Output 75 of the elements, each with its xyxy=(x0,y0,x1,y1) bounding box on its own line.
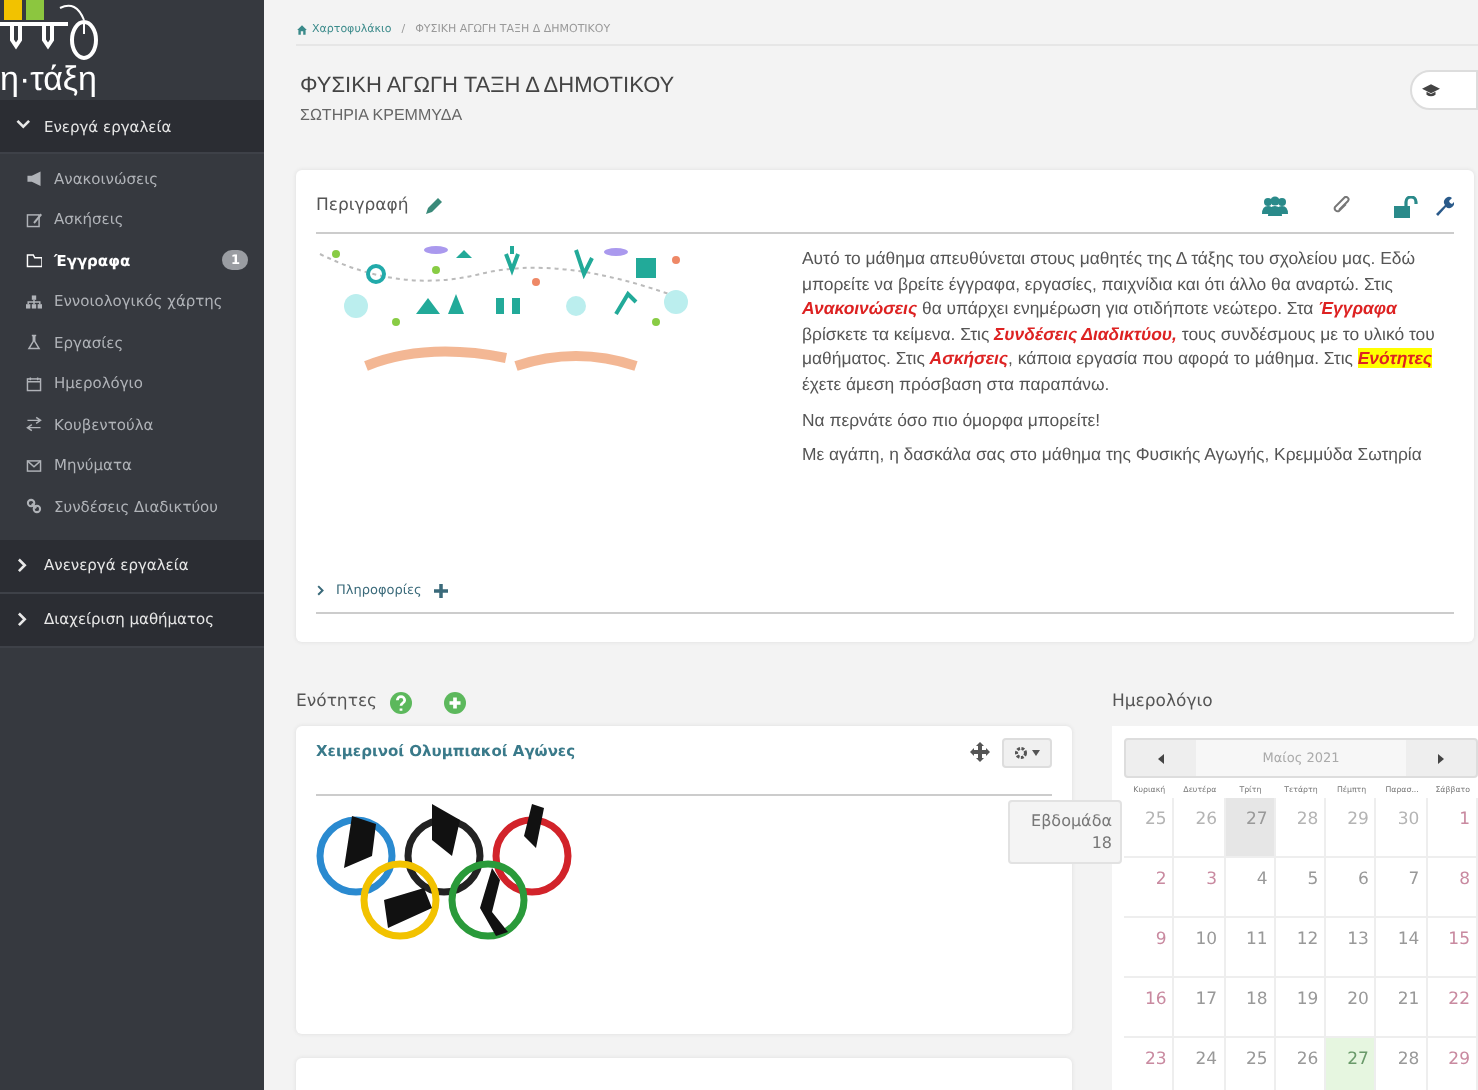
add-icon[interactable] xyxy=(443,691,466,713)
calendar-day[interactable]: 2 xyxy=(1124,858,1175,916)
chevron-right-icon xyxy=(316,583,328,597)
caret-icon xyxy=(1032,750,1040,756)
edit-icon xyxy=(26,211,42,228)
move-icon[interactable] xyxy=(970,742,990,762)
chevron-down-icon xyxy=(16,118,32,134)
calendar-day[interactable]: 28 xyxy=(1376,1038,1428,1090)
left-caret-icon xyxy=(1158,753,1164,763)
description-paragraph: Να περνάτε όσο πιο όμορφα μπορείτε! xyxy=(802,407,1103,433)
calendar-day[interactable]: 28 xyxy=(1275,798,1327,856)
pencil-icon[interactable] xyxy=(424,196,445,216)
calendar-day[interactable]: 5 xyxy=(1275,858,1327,916)
calendar-day[interactable]: 16 xyxy=(1124,978,1175,1036)
course-title: ΦΥΣΙΚΗ ΑΓΩΓΗ ΤΑΞΗ Δ ΔΗΜΟΤΙΚΟΥ xyxy=(300,74,675,98)
week-tooltip: Εβδομάδα 18 xyxy=(1008,800,1122,864)
calendar-day[interactable]: 24 xyxy=(1174,1038,1226,1090)
unlocked-padlock-icon[interactable] xyxy=(1394,195,1418,217)
calendar-day[interactable]: 27 xyxy=(1326,1038,1377,1090)
calendar-day[interactable]: 29 xyxy=(1427,1038,1478,1090)
calendar-day[interactable]: 21 xyxy=(1376,978,1428,1036)
home-icon xyxy=(296,24,308,36)
student-view-toggle[interactable] xyxy=(1410,70,1478,110)
logo-drawing xyxy=(0,0,100,60)
calendar-heading: Ημερολόγιο xyxy=(1112,692,1213,712)
calendar-day[interactable]: 3 xyxy=(1174,858,1226,916)
calendar-day[interactable]: 1 xyxy=(1427,798,1478,856)
calendar-day[interactable]: 4 xyxy=(1225,858,1276,916)
folder-icon xyxy=(26,252,42,269)
calendar-day[interactable]: 11 xyxy=(1225,918,1276,976)
envelope-icon xyxy=(26,457,42,474)
description-heading: Περιγραφή xyxy=(316,196,409,216)
description-paragraph: Με αγάπη, η δασκάλα σας στο μάθημα της Φυσικής Αγωγής, Κρεμμύδα Σωτηρία xyxy=(802,442,1424,468)
settings-icon xyxy=(1014,746,1028,760)
graduation-cap-icon xyxy=(1422,83,1440,97)
units-heading: Ενότητες xyxy=(296,692,378,712)
calendar-day[interactable]: 12 xyxy=(1275,918,1327,976)
calendar-day[interactable]: 13 xyxy=(1326,918,1377,976)
calendar-day[interactable]: 19 xyxy=(1275,978,1327,1036)
calendar-day[interactable]: 25 xyxy=(1124,798,1175,856)
calendar-day[interactable]: 17 xyxy=(1174,978,1226,1036)
calendar-day[interactable]: 27 xyxy=(1225,798,1276,856)
chevron-right-icon xyxy=(16,611,32,627)
logo[interactable]: η·τάξη xyxy=(0,0,264,100)
right-caret-icon xyxy=(1438,753,1444,763)
wrench-icon[interactable] xyxy=(1434,196,1454,216)
calendar-day[interactable]: 10 xyxy=(1174,918,1226,976)
paperclip-icon[interactable] xyxy=(1332,196,1350,216)
sitemap-icon xyxy=(26,293,42,310)
calendar-day[interactable]: 7 xyxy=(1376,858,1428,916)
calendar-day[interactable]: 20 xyxy=(1326,978,1377,1036)
calendar-day[interactable]: 8 xyxy=(1427,858,1478,916)
plus-icon[interactable] xyxy=(433,583,448,597)
calendar-day[interactable]: 29 xyxy=(1326,798,1377,856)
course-teacher: ΣΩΤΗΡΙΑ ΚΡΕΜΜΥΔΑ xyxy=(300,106,465,124)
calendar-day[interactable]: 25 xyxy=(1225,1038,1276,1090)
exchange-icon xyxy=(26,416,42,433)
users-icon[interactable] xyxy=(1262,196,1288,216)
calendar-day[interactable]: 14 xyxy=(1376,918,1428,976)
help-icon[interactable] xyxy=(389,691,412,713)
megaphone-icon xyxy=(26,170,42,187)
calendar-day[interactable]: 22 xyxy=(1427,978,1478,1036)
settings-dropdown-button[interactable] xyxy=(1002,738,1052,768)
flask-icon xyxy=(26,334,42,351)
logo-text: η·τάξη xyxy=(0,60,99,100)
chevron-right-icon xyxy=(16,557,32,573)
calendar-day[interactable]: 6 xyxy=(1326,858,1377,916)
calendar-day[interactable]: 18 xyxy=(1225,978,1276,1036)
link-icon xyxy=(26,498,42,515)
calendar-day[interactable]: 23 xyxy=(1124,1038,1175,1090)
calendar-day[interactable]: 30 xyxy=(1376,798,1428,856)
calendar-day[interactable]: 9 xyxy=(1124,918,1175,976)
calendar-day[interactable]: 15 xyxy=(1427,918,1478,976)
calendar-icon xyxy=(26,375,42,392)
description-paragraph: Αυτό το μάθημα απευθύνεται στους μαθητές της Δ τάξης του σχολείου μας. Εδώ μπορείτε να βρείτε έγγραφα, εργασίες, παιχνίδια και ότι άλλο θα αναρτώ. Στις Ανακοινώσεις θα υπάρχει ενημέρωση για οτιδήποτε νεώτερο. Στα Έγγραφα βρίσκετε τα κείμενα. Στις Συνδέσεις Διαδικτύου, τους συνδέσμους με το υλικό του μαθήματος. Στις Ασκήσεις, κάποια εργασία που αφορά το μάθημα. Στις Ενότητες έχετε άμεση πρόσβαση στα παραπάνω. xyxy=(802,246,1437,398)
